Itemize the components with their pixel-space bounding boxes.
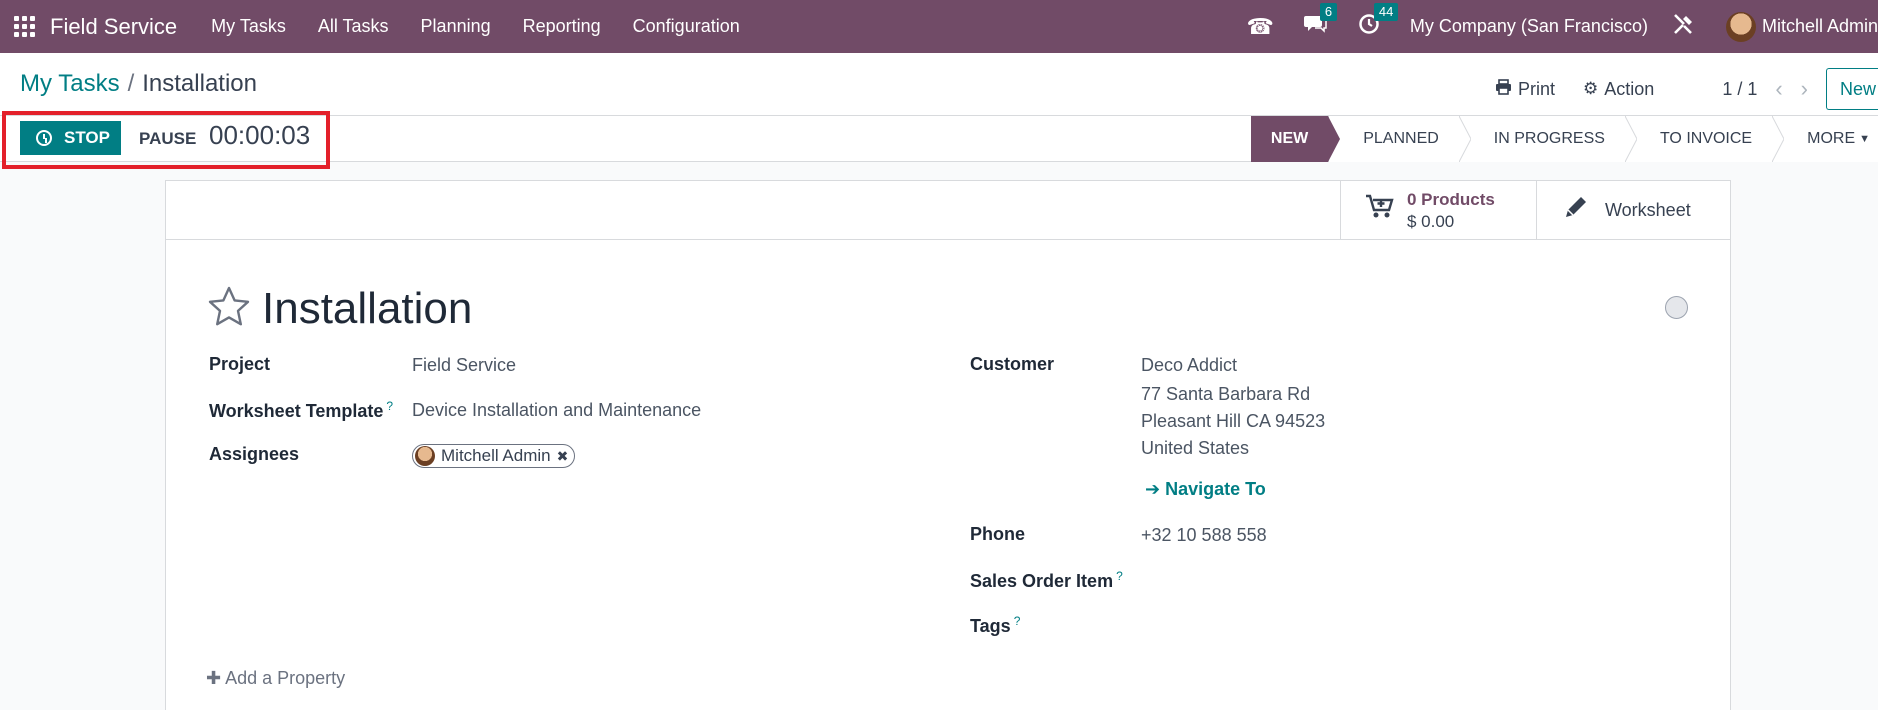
customer-country: United States (1141, 438, 1250, 458)
debug-tools-icon[interactable] (1672, 12, 1696, 42)
stage-pipeline: NEW PLANNED IN PROGRESS TO INVOICE MORE … (1250, 116, 1878, 162)
customer-field[interactable]: Deco Addict (1141, 355, 1237, 376)
customer-city: Pleasant Hill CA 94523 (1141, 411, 1326, 431)
chevron-left-icon[interactable]: ‹ (1775, 76, 1782, 102)
stage-divider (1772, 116, 1785, 162)
phone-label: Phone (970, 524, 1026, 544)
phone-icon[interactable]: ☎ (1246, 14, 1273, 40)
kanban-state-indicator[interactable] (1665, 296, 1688, 319)
action-button[interactable]: ⚙ Action (1583, 79, 1654, 100)
assignee-name: Mitchell Admin (441, 446, 551, 465)
print-button[interactable]: Print (1495, 79, 1555, 100)
app-brand[interactable]: Field Service (50, 14, 177, 40)
plus-icon: ✚ (206, 668, 226, 688)
new-button[interactable]: New (1826, 68, 1878, 110)
navigate-to-link[interactable]: ➔ Navigate To (1145, 479, 1266, 500)
title-row: Installation (208, 284, 472, 334)
breadcrumb-my-tasks[interactable]: My Tasks (20, 70, 120, 97)
nav-all-tasks[interactable]: All Tasks (318, 16, 389, 37)
assignee-tag[interactable]: Mitchell Admin ✖ (412, 444, 576, 468)
add-property-button[interactable]: ✚ Add a Property (206, 668, 345, 689)
stage-new[interactable]: NEW (1250, 116, 1341, 162)
arrow-right-icon: ➔ (1145, 479, 1166, 499)
stage-label: IN PROGRESS (1493, 130, 1605, 147)
stage-more-dropdown[interactable]: MORE ▼ (1772, 116, 1878, 162)
gear-icon: ⚙ (1583, 79, 1599, 98)
form-sheet: 0 Products $ 0.00 Worksheet Installation… (165, 180, 1731, 710)
messages-badge: 6 (1319, 2, 1338, 21)
stage-divider (1624, 116, 1637, 162)
customer-label: Customer (970, 354, 1055, 374)
worksheet-smart-button[interactable]: Worksheet (1536, 181, 1730, 240)
printer-icon (1495, 78, 1512, 100)
stage-label: PLANNED (1363, 130, 1439, 147)
company-switcher[interactable]: My Company (San Francisco) (1410, 16, 1648, 37)
assignees-label: Assignees (209, 444, 300, 464)
products-count: 0 Products (1407, 189, 1495, 209)
phone-field[interactable]: +32 10 588 558 (1141, 525, 1267, 546)
stage-in-progress[interactable]: IN PROGRESS (1458, 116, 1637, 162)
stage-to-invoice[interactable]: TO INVOICE (1624, 116, 1785, 162)
stage-label: MORE (1807, 130, 1856, 147)
pager-value[interactable]: 1 / 1 (1722, 79, 1757, 100)
apps-menu-icon[interactable] (13, 16, 35, 38)
help-icon[interactable]: ? (1014, 614, 1021, 628)
products-smart-button[interactable]: 0 Products $ 0.00 (1340, 181, 1536, 240)
caret-down-icon: ▼ (1859, 133, 1870, 145)
stage-arrow (1328, 116, 1341, 162)
project-field[interactable]: Field Service (412, 355, 516, 376)
project-label: Project (209, 354, 271, 374)
worksheet-label: Worksheet (1605, 200, 1691, 220)
timer-highlight-box (2, 111, 330, 169)
nav-planning[interactable]: Planning (421, 16, 491, 37)
task-title[interactable]: Installation (262, 284, 472, 334)
worksheet-template-label: Worksheet Template? (209, 399, 394, 421)
nav-reporting[interactable]: Reporting (523, 16, 601, 37)
worksheet-template-field[interactable]: Device Installation and Maintenance (412, 400, 701, 421)
user-menu[interactable]: Mitchell Admin (1762, 16, 1878, 37)
user-avatar[interactable] (1725, 11, 1756, 42)
print-label: Print (1518, 78, 1556, 99)
chevron-right-icon[interactable]: › (1801, 76, 1808, 102)
top-navbar: Field Service My Tasks All Tasks Plannin… (0, 0, 1878, 53)
cart-plus-icon (1365, 194, 1395, 227)
nav-configuration[interactable]: Configuration (633, 16, 740, 37)
help-icon[interactable]: ? (386, 399, 393, 413)
tags-label: Tags? (970, 614, 1021, 636)
nav-my-tasks[interactable]: My Tasks (211, 16, 286, 37)
action-label: Action (1604, 78, 1655, 99)
stage-divider (1458, 116, 1471, 162)
breadcrumb-separator: / (127, 70, 135, 97)
customer-street: 77 Santa Barbara Rd (1141, 384, 1311, 404)
stage-label: TO INVOICE (1659, 130, 1753, 147)
products-amount: $ 0.00 (1407, 211, 1455, 231)
star-icon[interactable] (208, 286, 250, 333)
activities-badge: 44 (1373, 2, 1399, 21)
stage-label: NEW (1270, 130, 1309, 147)
breadcrumb: My Tasks / Installation (20, 70, 257, 98)
sales-order-item-label: Sales Order Item? (970, 569, 1123, 591)
chat-icon[interactable]: 6 (1303, 2, 1338, 41)
remove-tag-icon[interactable]: ✖ (557, 448, 569, 465)
stage-planned[interactable]: PLANNED (1328, 116, 1471, 162)
pencil-icon (1563, 194, 1589, 227)
control-panel: My Tasks / Installation Print ⚙ Action 1 /… (0, 53, 1878, 116)
help-icon[interactable]: ? (1116, 569, 1123, 583)
activity-clock-icon[interactable]: 44 (1358, 2, 1399, 41)
assignee-avatar (415, 446, 435, 466)
smart-button-box: 0 Products $ 0.00 Worksheet (166, 181, 1730, 240)
breadcrumb-current: Installation (142, 70, 257, 97)
